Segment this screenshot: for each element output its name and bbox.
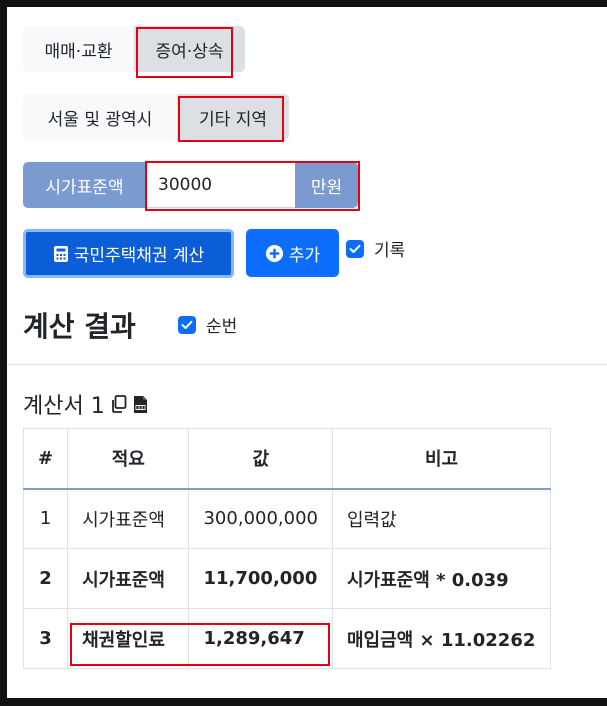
header-index: # [22,428,69,490]
row-note: 매입금액 × 11.02262 [332,608,551,669]
header-value: 값 [188,428,333,490]
order-label: 순번 [206,317,238,337]
tab-trade-exchange[interactable]: 매매·교환 [23,26,134,72]
row-index: 3 [22,608,69,669]
tab-other-region[interactable]: 기타 지역 [177,94,289,140]
row-item: 시가표준액 [67,488,190,549]
check-icon [178,315,196,334]
calculator-icon [53,245,68,262]
row-value: 11,700,000 [188,548,333,609]
row-note: 입력값 [332,488,551,549]
table-row: 3 채권할인료 1,289,647 매입금액 × 11.02262 [22,608,551,669]
row-index: 1 [22,488,69,549]
row-value: 300,000,000 [188,488,333,549]
row-item: 채권할인료 [67,608,190,669]
trade-type-group: 매매·교환 증여·상속 [23,26,245,72]
unit-label: 만원 [295,162,358,208]
row-item: 시가표준액 [67,548,190,609]
divider [7,364,607,365]
tab-seoul-metro[interactable]: 서울 및 광역시 [23,94,177,140]
add-button[interactable]: 추가 [246,229,339,277]
sheet-title: 계산서 1 [23,388,148,420]
record-checkbox[interactable]: 기록 [346,236,405,261]
check-icon [346,239,364,258]
calculator-panel: 매매·교환 증여·상속 서울 및 광역시 기타 지역 시가표준액 만원 국민주택… [7,7,607,698]
csv-file-icon[interactable] [133,395,148,414]
region-group: 서울 및 광역시 기타 지역 [23,94,289,140]
header-item: 적요 [67,428,190,490]
calculate-button-label: 국민주택채권 계산 [73,246,205,266]
add-button-label: 추가 [288,245,321,266]
table-row: 1 시가표준액 300,000,000 입력값 [22,488,551,549]
price-label: 시가표준액 [23,162,146,208]
price-input[interactable] [146,162,295,208]
plus-circle-icon [265,244,283,262]
calculate-bond-button[interactable]: 국민주택채권 계산 [23,229,234,278]
copy-icon[interactable] [111,395,127,413]
record-label: 기록 [374,241,406,261]
row-value: 1,289,647 [188,608,333,669]
row-note: 시가표준액 * 0.039 [332,548,551,609]
table-header-row: # 적요 값 비고 [22,428,551,490]
order-checkbox[interactable]: 순번 [178,312,237,337]
price-input-group: 시가표준액 만원 [23,162,358,208]
row-index: 2 [22,548,69,609]
header-note: 비고 [332,428,551,490]
sheet-title-text: 계산서 1 [23,394,105,419]
table-row: 2 시가표준액 11,700,000 시가표준액 * 0.039 [22,548,551,609]
tab-gift-inheritance[interactable]: 증여·상속 [134,26,245,72]
result-heading: 계산 결과 [23,310,136,343]
result-table: # 적요 값 비고 1 시가표준액 300,000,000 입력값 2 시가표준… [22,428,551,669]
